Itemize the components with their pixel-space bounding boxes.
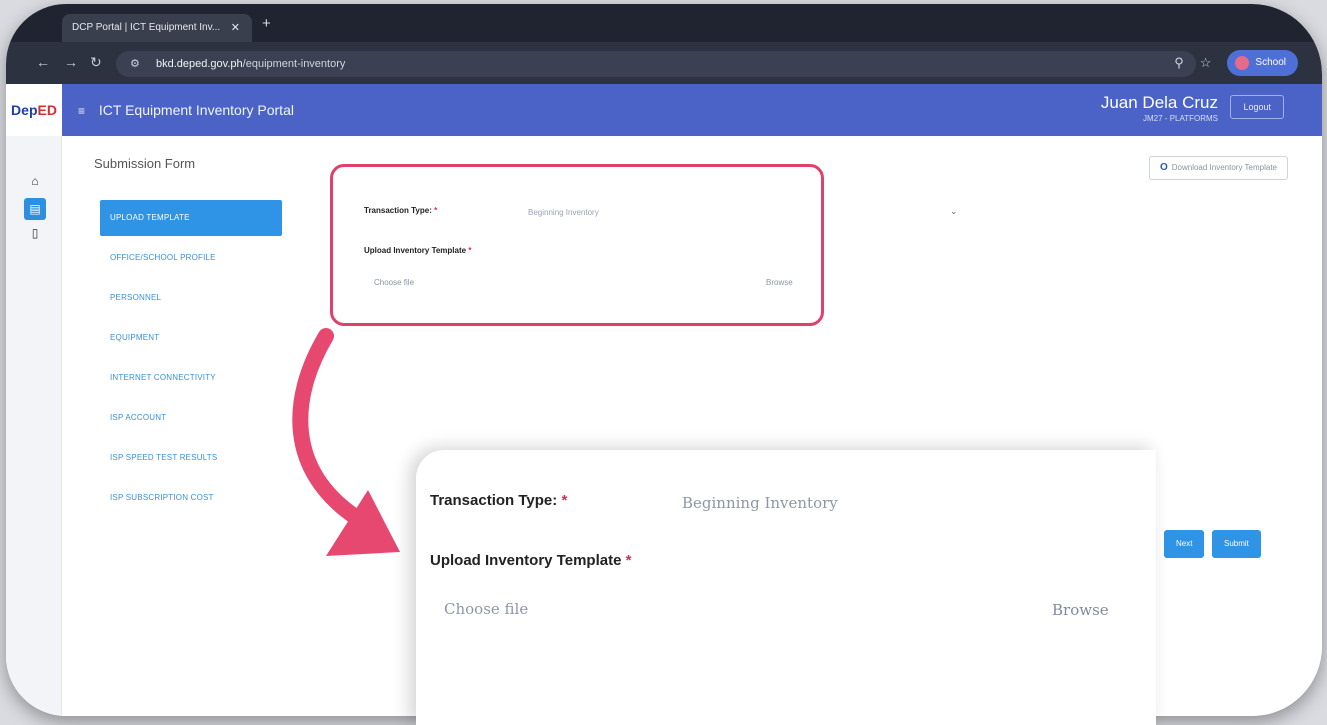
next-button[interactable]: Next [1164, 530, 1205, 558]
home-icon[interactable]: ⌂ [24, 170, 46, 192]
nav-item-personnel[interactable]: PERSONNEL [100, 280, 282, 316]
user-name: Juan Dela Cruz [1100, 93, 1218, 112]
nav-item-isp-subscription-cost[interactable]: ISP SUBSCRIPTION COST [100, 480, 282, 516]
zoom-icon[interactable]: ⚲ [1174, 55, 1184, 71]
nav-item-upload-template[interactable]: UPLOAD TEMPLATE [100, 200, 282, 236]
app-title-text: ICT Equipment Inventory Portal [98, 102, 294, 118]
browser-actions: ⚲ ☆ School [1174, 50, 1298, 76]
back-arrow-icon[interactable]: ← [36, 54, 50, 70]
profile-button[interactable]: School [1227, 50, 1298, 76]
tab-close-icon[interactable]: ✕ [231, 14, 240, 42]
submit-button[interactable]: Submit [1212, 530, 1261, 558]
document-icon[interactable]: ▤ [24, 198, 46, 220]
zoom-browse-button[interactable]: Browse [1052, 601, 1109, 619]
app-title: ≡ ICT Equipment Inventory Portal [78, 84, 294, 137]
form-section-nav: UPLOAD TEMPLATE OFFICE/SCHOOL PROFILE PE… [100, 200, 282, 520]
chevron-down-icon[interactable]: ⌄ [950, 206, 958, 217]
zoom-file-input[interactable]: Choose file [444, 600, 528, 618]
profile-label: School [1255, 57, 1286, 68]
required-mark: * [561, 492, 568, 509]
browser-tab[interactable]: DCP Portal | ICT Equipment Inv... ✕ [62, 14, 252, 42]
url-domain: bkd.deped.gov.ph [156, 58, 243, 70]
zoom-upload-template-label: Upload Inventory Template * [430, 552, 632, 569]
site-info-icon[interactable]: ⚙ [130, 51, 140, 77]
file-icon[interactable]: ▯ [24, 222, 46, 244]
address-bar[interactable]: ⚙ bkd.deped.gov.ph/equipment-inventory [116, 51, 1196, 77]
star-icon[interactable]: ☆ [1200, 55, 1212, 71]
nav-item-isp-speed-test-results[interactable]: ISP SPEED TEST RESULTS [100, 440, 282, 476]
nav-item-internet-connectivity[interactable]: INTERNET CONNECTIVITY [100, 360, 282, 396]
nav-item-equipment[interactable]: EQUIPMENT [100, 320, 282, 356]
required-mark: * [625, 552, 632, 569]
menu-icon[interactable]: ≡ [78, 104, 85, 118]
download-template-label: Download Inventory Template [1171, 163, 1277, 172]
nav-item-isp-account[interactable]: ISP ACCOUNT [100, 400, 282, 436]
user-role: JM27 - PLATFORMS [1143, 114, 1218, 123]
user-info: Juan Dela Cruz JM27 - PLATFORMS [1101, 93, 1218, 123]
download-icon: O [1159, 162, 1168, 173]
pointer-arrow [292, 328, 400, 556]
page-title: Submission Form [94, 156, 196, 171]
zoom-transaction-type-select[interactable]: Beginning Inventory [682, 494, 838, 512]
forward-arrow-icon[interactable]: → [64, 54, 78, 70]
download-template-button[interactable]: O Download Inventory Template [1148, 156, 1288, 180]
reload-icon[interactable]: ↻ [90, 54, 102, 71]
app-header: DepED ≡ ICT Equipment Inventory Portal J… [6, 84, 1322, 136]
zoomed-form-callout: Transaction Type: * Beginning Inventory … [416, 450, 1156, 725]
logout-button[interactable]: Logout [1230, 95, 1284, 119]
zoom-transaction-type-label: Transaction Type: * [430, 492, 568, 509]
new-tab-icon[interactable]: + [262, 15, 271, 32]
browser-tab-bar: DCP Portal | ICT Equipment Inv... ✕ + [6, 4, 1322, 42]
deped-logo[interactable]: DepED [6, 84, 62, 136]
avatar [1235, 56, 1250, 70]
url-path: /equipment-inventory [242, 58, 346, 70]
browser-toolbar: ← → ↻ ⚙ bkd.deped.gov.ph/equipment-inven… [6, 42, 1322, 84]
nav-item-office-school-profile[interactable]: OFFICE/SCHOOL PROFILE [100, 240, 282, 276]
icon-rail: ⌂ ▤ ▯ [6, 136, 62, 716]
browser-tab-title: DCP Portal | ICT Equipment Inv... [72, 22, 221, 33]
highlight-box [330, 164, 824, 326]
